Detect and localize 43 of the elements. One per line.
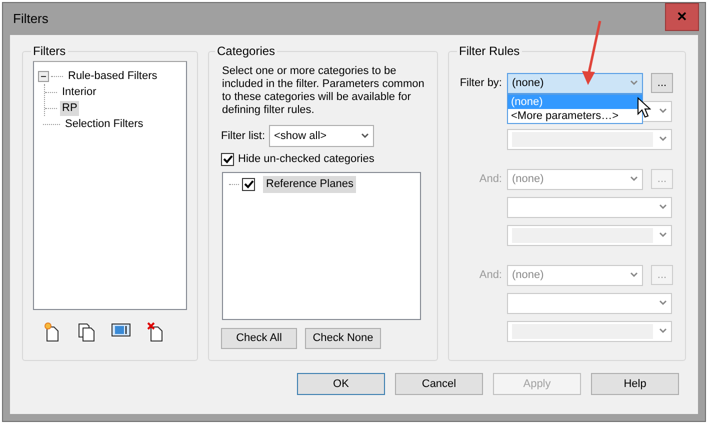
more-button[interactable]: ... [651,73,673,93]
parameter-dropdown[interactable]: (none) [507,168,643,190]
caret-icon [361,133,369,139]
button[interactable]: Cancel [395,373,483,395]
group-title: Filters [32,45,67,57]
checkbox[interactable] [221,152,234,166]
button[interactable]: OK [297,373,385,395]
caret-icon [630,80,638,86]
field-label: And: [478,268,503,283]
caret-icon [659,232,667,238]
category-item[interactable]: Reference Planes [263,176,356,193]
parameter-dropdown[interactable]: (none) [507,264,643,286]
filter-list-dropdown[interactable]: <show all> [269,125,374,147]
button[interactable]: Check None [305,328,381,348]
tree-item[interactable]: Rule-based Filters [66,68,160,84]
caret-icon [659,328,667,334]
tree-item[interactable]: Interior [60,84,98,100]
group-title: Filter Rules [458,45,521,57]
rename-icon[interactable] [111,322,131,338]
caret-icon [630,272,638,278]
close-button[interactable]: ✕ [665,3,699,31]
field-label: Filter list: [221,128,265,144]
caret-icon [659,108,667,114]
button[interactable]: Help [591,373,679,395]
tree-item[interactable]: Selection Filters [63,116,146,132]
new-icon[interactable] [43,322,61,342]
window-title: Filters [12,10,48,28]
duplicate-icon[interactable] [77,322,95,342]
checkbox[interactable] [242,178,255,191]
button[interactable]: Check All [221,328,297,348]
description-text: Select one or more categories to be included in the filter. Parameters common to these categories will be available for defining filter rules. [222,65,426,117]
field-label: And: [478,172,503,187]
group-title: Categories [216,45,276,57]
parameter-dropdown[interactable]: (none) [507,72,643,94]
checkbox-label: Hide un-checked categories [238,152,374,167]
tree-item[interactable]: RP [60,100,80,116]
caret-icon [630,176,638,182]
collapse-icon[interactable] [38,70,49,82]
caret-icon [659,136,667,142]
caret-icon [659,300,667,306]
delete-icon[interactable] [147,322,165,342]
caret-icon [659,204,667,210]
field-label: Filter by: [458,76,503,91]
